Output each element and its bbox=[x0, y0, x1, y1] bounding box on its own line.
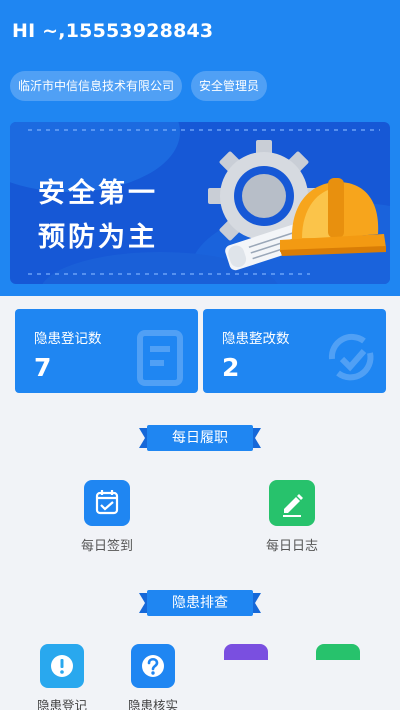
daily-log-button[interactable]: 每日日志 bbox=[252, 480, 332, 554]
exclamation-icon bbox=[40, 644, 84, 688]
header: HI ~,15553928843 临沂市中信信息技术有限公司 安全管理员 安全第… bbox=[0, 0, 400, 296]
hazard-function-3-button[interactable] bbox=[206, 644, 286, 660]
banner-line-2: 预防为主 bbox=[38, 222, 158, 253]
hazard-verify-label: 隐患核实 bbox=[127, 698, 178, 710]
section-title-text: 每日履职 bbox=[172, 430, 228, 446]
question-icon bbox=[131, 644, 175, 688]
form-icon bbox=[137, 330, 183, 386]
hazard-register-label: 隐患登记 bbox=[36, 698, 87, 710]
stat-label: 隐患整改数 bbox=[222, 331, 290, 347]
greeting: HI ~,15553928843 bbox=[12, 20, 214, 42]
hazard-register-button[interactable]: 隐患登记 bbox=[22, 644, 102, 710]
hazard-registered-card[interactable]: 隐患登记数 7 bbox=[15, 309, 198, 393]
banner-line-1: 安全第一 bbox=[38, 178, 158, 209]
stat-value: 7 bbox=[34, 353, 52, 382]
stat-label: 隐患登记数 bbox=[34, 331, 102, 347]
daily-duty-title: 每日履职 bbox=[139, 423, 261, 453]
calendar-check-icon bbox=[84, 480, 130, 526]
gear-helmet-icon bbox=[208, 140, 386, 271]
company-chip[interactable]: 临沂市中信信息技术有限公司 bbox=[10, 71, 183, 101]
daily-log-label: 每日日志 bbox=[265, 539, 318, 554]
daily-checkin-button[interactable]: 每日签到 bbox=[67, 480, 147, 554]
section-title-text: 隐患排查 bbox=[172, 595, 228, 611]
pencil-icon bbox=[269, 480, 315, 526]
refresh-check-icon bbox=[328, 333, 374, 381]
app-icon bbox=[316, 644, 360, 660]
banner-slogan: 安全第一 预防为主 bbox=[38, 172, 158, 260]
hazard-rectified-card[interactable]: 隐患整改数 2 bbox=[203, 309, 386, 393]
banner[interactable]: 安全第一 预防为主 bbox=[10, 122, 390, 284]
hazard-function-4-button[interactable] bbox=[298, 644, 378, 660]
hazard-verify-button[interactable]: 隐患核实 bbox=[113, 644, 193, 710]
hazard-inspection-title: 隐患排查 bbox=[139, 588, 261, 618]
app-icon bbox=[224, 644, 268, 660]
daily-checkin-label: 每日签到 bbox=[80, 539, 133, 554]
stat-value: 2 bbox=[222, 353, 240, 382]
role-chip[interactable]: 安全管理员 bbox=[191, 71, 268, 101]
